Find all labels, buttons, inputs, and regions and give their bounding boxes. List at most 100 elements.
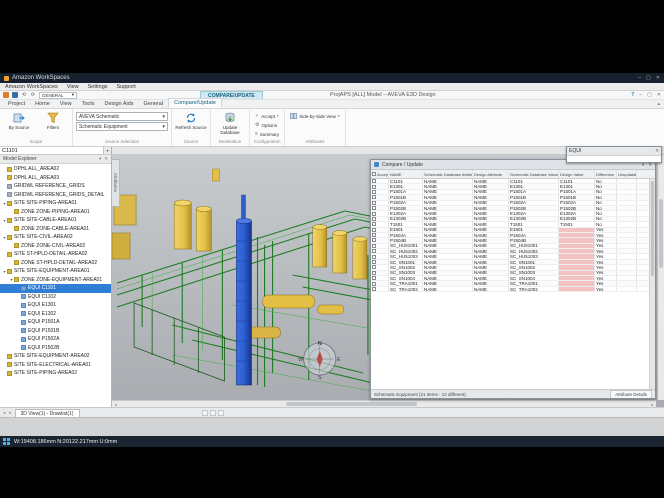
accept-checkbox[interactable]	[372, 185, 376, 189]
accept-checkbox[interactable]	[372, 201, 376, 205]
accept-checkbox[interactable]	[372, 260, 376, 264]
chevron-down-icon[interactable]: ▾	[103, 147, 111, 154]
column-schematic-value[interactable]: Schematic Database Value	[509, 170, 559, 178]
undo-icon[interactable]: ⟲	[21, 92, 27, 98]
qat-general-combo[interactable]: GENERAL ▾	[39, 92, 77, 99]
tab-design-aids[interactable]: Design Aids	[99, 100, 138, 108]
equi-floating-window[interactable]: EQUI ✕	[566, 146, 662, 163]
accept-checkbox[interactable]	[372, 212, 376, 216]
ws-maximize-icon[interactable]: ▢	[646, 75, 651, 81]
tab-home[interactable]: Home	[30, 100, 55, 108]
tree-item[interactable]: EQUI P1502A	[0, 335, 111, 344]
table-scrollbar[interactable]	[649, 179, 655, 389]
by-source-button[interactable]: By Source	[3, 110, 35, 130]
app-close-icon[interactable]: ✕	[657, 92, 661, 98]
tree-item[interactable]: SITE SITE-EQUIPMENT-AREA02	[0, 352, 111, 361]
tree-item[interactable]: GRIDWL REFERENCE_GRIDS_DETAIL	[0, 191, 111, 200]
schematic-source-combo[interactable]: AVEVA Schematic ▾	[76, 112, 168, 121]
menu-item-view[interactable]: View	[67, 84, 79, 90]
accept-checkbox[interactable]	[372, 190, 376, 194]
vscroll-thumb[interactable]	[659, 199, 663, 268]
tab-project[interactable]: Project	[3, 100, 30, 108]
accept-checkbox[interactable]	[372, 249, 376, 253]
tree-item[interactable]: EQUI P1501A	[0, 318, 111, 327]
tree-item[interactable]: ZONE ZONE-CIVIL-AREA02	[0, 242, 111, 251]
scroll-right-icon[interactable]: ▸	[649, 402, 656, 407]
tree-item[interactable]: SITE SITE-ELECTRICAL-AREA01	[0, 361, 111, 370]
help-icon[interactable]: ?	[631, 92, 634, 98]
menu-item-settings[interactable]: Settings	[88, 84, 108, 90]
tree-item[interactable]: EQUI P1501B	[0, 327, 111, 336]
view-tool-icon[interactable]	[210, 410, 216, 416]
tree-item[interactable]: SITE SITE-PIPING-AREA02	[0, 369, 111, 378]
column-unupdatable[interactable]: Unupdatable	[617, 170, 637, 178]
tree-item[interactable]: EQUI E1302	[0, 310, 111, 319]
save-icon[interactable]	[12, 92, 18, 98]
accept-checkbox[interactable]	[372, 195, 376, 199]
accept-button[interactable]: ✓ Accept ▾	[253, 112, 281, 120]
equi-titlebar[interactable]: EQUI ✕	[567, 147, 661, 155]
collapsed-panel-tab[interactable]: Attributes	[112, 159, 120, 207]
tree-item[interactable]: EQUI C1101	[0, 284, 111, 293]
column-design-attribute[interactable]: Design Attribute	[473, 170, 509, 178]
tree-item[interactable]: EQUI E1301	[0, 301, 111, 310]
tab-view[interactable]: View	[55, 100, 77, 108]
refresh-source-button[interactable]: Refresh Source	[175, 110, 207, 130]
schematic-type-combo[interactable]: Schematic Equipment ▾	[76, 122, 168, 131]
column-schematic-attribute[interactable]: Schematic Database Attribute	[423, 170, 473, 178]
tree-item[interactable]: GRIDWL REFERENCE_GRIDS	[0, 182, 111, 191]
tree-item[interactable]: ▾SITE SITE-EQUIPMENT-AREA01	[0, 267, 111, 276]
accept-checkbox[interactable]	[372, 179, 376, 183]
accept-checkbox[interactable]	[372, 228, 376, 232]
start-icon[interactable]	[3, 438, 10, 445]
close-icon[interactable]: ✕	[104, 156, 108, 162]
current-element-input[interactable]	[0, 147, 103, 154]
tab-tools[interactable]: Tools	[77, 100, 100, 108]
tab-general[interactable]: General	[139, 100, 169, 108]
accept-checkbox[interactable]	[372, 282, 376, 286]
ws-minimize-icon[interactable]: –	[638, 75, 641, 81]
tree-item[interactable]: ▾SITE SITE-PIPING-AREA01	[0, 199, 111, 208]
column-accept[interactable]: Accept	[371, 170, 389, 178]
tree-item[interactable]: ▾SITE SITE-CIVIL-AREA02	[0, 233, 111, 242]
column-difference[interactable]: Difference	[595, 170, 617, 178]
pin-icon[interactable]: ▾	[99, 156, 101, 162]
column-name[interactable]: NAME	[389, 170, 423, 178]
view-tool-icon[interactable]	[202, 410, 208, 416]
tab-scroll-right-icon[interactable]: ▸	[8, 410, 12, 416]
summary-button[interactable]: ≡ Summary	[253, 130, 281, 138]
accept-checkbox[interactable]	[372, 271, 376, 275]
select-all-checkbox[interactable]	[372, 172, 376, 176]
tree-item[interactable]: DPHL ALL_AREA02	[0, 165, 111, 174]
view-tab-3d[interactable]: 3D View(1) - Drawlist(1)	[15, 409, 80, 417]
filters-button[interactable]: Filters	[37, 110, 69, 130]
update-database-button[interactable]: Update Database	[214, 110, 246, 135]
accept-checkbox[interactable]	[372, 217, 376, 221]
redo-icon[interactable]: ⟳	[30, 92, 36, 98]
app-minimize-icon[interactable]: –	[639, 92, 642, 98]
ribbon-collapse-icon[interactable]: ▴	[657, 101, 660, 107]
viewport-vscrollbar[interactable]	[657, 155, 664, 400]
accept-checkbox[interactable]	[372, 206, 376, 210]
tab-scroll-left-icon[interactable]: ◂	[2, 410, 6, 416]
accept-checkbox[interactable]	[372, 244, 376, 248]
hscroll-thumb[interactable]	[286, 402, 417, 406]
tab-compare-update[interactable]: Compare/Update	[168, 98, 222, 108]
close-icon[interactable]: ✕	[655, 148, 659, 154]
accept-checkbox[interactable]	[372, 222, 376, 226]
tab-attribute-details[interactable]: Attribute Details	[610, 390, 652, 398]
accept-checkbox[interactable]	[372, 233, 376, 237]
tree-item[interactable]: ▾SITE SITE-CABLE-AREA01	[0, 216, 111, 225]
accept-checkbox[interactable]	[372, 238, 376, 242]
column-design-value[interactable]: Design Value	[559, 170, 595, 178]
table-row[interactable]: SC_TRA1002NAMENAMESC_TRA1002Yes	[371, 287, 655, 292]
options-button[interactable]: ⚙ Options	[253, 121, 281, 129]
scroll-left-icon[interactable]: ◂	[112, 402, 119, 407]
current-element-combo[interactable]: ▾	[0, 147, 112, 154]
tree-item[interactable]: ZONE ZONE-CABLE-AREA01	[0, 225, 111, 234]
accept-checkbox[interactable]	[372, 265, 376, 269]
tree-item[interactable]: ZONE ZONE-PIPING-AREA01	[0, 208, 111, 217]
tree-item[interactable]: DPHL ALL_AREA03	[0, 174, 111, 183]
view-tool-icon[interactable]	[218, 410, 224, 416]
menu-item-amazon-workspaces[interactable]: Amazon WorkSpaces	[5, 84, 58, 90]
